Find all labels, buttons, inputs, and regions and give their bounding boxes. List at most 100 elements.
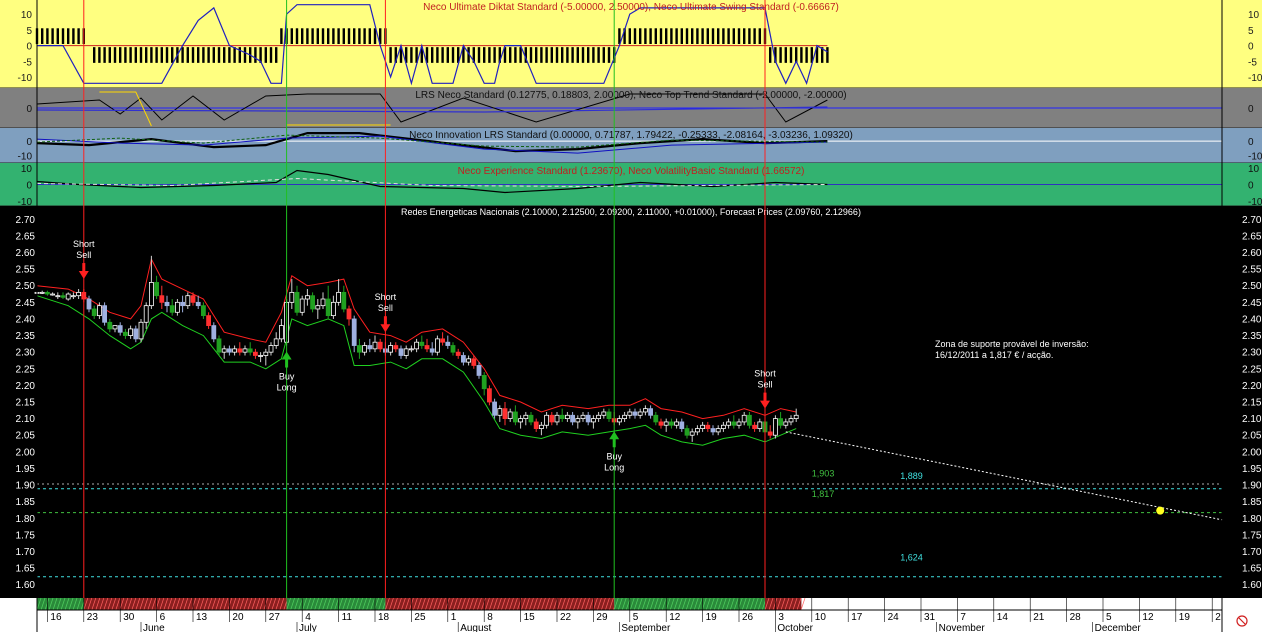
candle-body (773, 418, 778, 436)
price-y-tick-left: 1.90 (16, 481, 36, 492)
price-y-tick-left: 2.50 (16, 281, 36, 292)
candle-body (736, 421, 742, 426)
diktat-bar (46, 28, 49, 44)
time-axis-month-label: November (939, 623, 986, 632)
candle-body (658, 421, 664, 426)
diktat-bar (561, 47, 564, 63)
diktat-bar (264, 47, 267, 63)
candle-body (39, 291, 45, 294)
diktat-bar (347, 28, 351, 44)
diktat-bar (540, 47, 543, 63)
candle-body (596, 414, 601, 420)
ultimate-y-tick-left: -5 (23, 57, 32, 68)
price-y-tick-left: 1.85 (16, 497, 36, 508)
price-y-tick-right: 2.15 (1242, 398, 1262, 409)
candle-body (169, 305, 175, 313)
candle-body (554, 414, 560, 423)
diktat-bar (77, 28, 80, 44)
diktat-bar (550, 47, 553, 63)
diktat-bar (129, 47, 132, 63)
diktat-bar (571, 47, 574, 63)
time-axis-day-label: 29 (596, 612, 608, 623)
candle-body (466, 358, 472, 363)
forecast-target-point (1156, 506, 1165, 515)
candle-body (705, 424, 711, 429)
diktat-bar (223, 47, 226, 63)
price-y-tick-right: 2.70 (1242, 215, 1262, 226)
time-axis-day-label: 10 (815, 612, 827, 623)
candle-body (164, 301, 170, 307)
candle-body (778, 418, 783, 426)
diktat-bar (592, 47, 595, 63)
diktat-bar (654, 28, 657, 44)
price-y-tick-left: 2.55 (16, 265, 36, 276)
diktat-bar (566, 47, 569, 63)
diktat-bar (529, 47, 533, 63)
candle-body (580, 414, 586, 420)
diktat-bar (722, 28, 725, 44)
time-axis-day-label: 3 (778, 612, 784, 623)
price-y-tick-right: 2.60 (1242, 248, 1262, 259)
diktat-bar (337, 28, 340, 44)
candle-body (414, 341, 420, 350)
candle-body (226, 348, 232, 353)
diktat-bar (555, 47, 559, 63)
candle-body (617, 418, 622, 423)
signal-label: Short (754, 369, 776, 379)
diktat-bar (171, 47, 174, 63)
price-y-tick-right: 2.40 (1242, 314, 1262, 325)
diktat-bar (233, 47, 236, 63)
candle-body (591, 418, 596, 423)
candle-body (643, 408, 648, 413)
time-axis-day-label: 30 (123, 612, 135, 623)
candle-body (632, 411, 638, 416)
diktat-bar (451, 47, 455, 63)
level-label: 1,903 (812, 469, 835, 479)
diktat-bar (545, 47, 548, 63)
buy-long-arrow-stem (612, 438, 616, 448)
candle-body (97, 305, 102, 317)
experience-y-tick-right: 0 (1248, 181, 1254, 192)
diktat-bar (72, 28, 75, 44)
diktat-bar (717, 28, 720, 44)
price-y-tick-right: 1.95 (1242, 464, 1262, 475)
time-axis-day-label: 16 (50, 612, 62, 623)
time-axis-day-label: 22 (560, 612, 572, 623)
candle-body (637, 411, 643, 416)
buy-long-arrow-stem (285, 358, 289, 368)
time-axis-day-label: 21 (1033, 612, 1045, 623)
price-y-tick-right: 1.90 (1242, 481, 1262, 492)
diktat-bar (217, 47, 221, 63)
candle-body (237, 348, 243, 353)
candle-body (372, 341, 378, 350)
time-axis-day-label: 7 (960, 612, 966, 623)
candle-body (330, 301, 336, 317)
diktat-bar (633, 28, 637, 44)
candle-body (356, 345, 362, 353)
price-y-tick-left: 2.60 (16, 248, 36, 259)
time-axis-day-label: 12 (669, 612, 681, 623)
diktat-bar-group (618, 28, 767, 44)
candle-body (429, 348, 435, 353)
price-y-tick-left: 2.70 (16, 215, 36, 226)
diktat-bar (535, 47, 538, 63)
diktat-bar (732, 28, 735, 44)
diktat-bar (207, 47, 210, 63)
candle-body (221, 348, 227, 353)
support-annotation-text: 16/12/2011 a 1,817 € / acção. (935, 350, 1053, 360)
diktat-bar (477, 47, 481, 63)
diktat-bar (644, 28, 647, 44)
signal-label: Buy (279, 372, 295, 382)
candle-body (123, 331, 128, 336)
candle-body (460, 355, 466, 363)
diktat-bar (145, 47, 148, 63)
signal-label: Long (604, 462, 624, 472)
ultimate-y-tick-right: 5 (1248, 26, 1254, 37)
diktat-bar (441, 47, 444, 63)
diktat-bar (488, 47, 491, 63)
price-y-tick-left: 1.65 (16, 564, 36, 575)
support-annotation-text: Zona de suporte provável de inversão: (935, 339, 1089, 349)
candle-body (767, 431, 773, 436)
candle-body (336, 291, 342, 303)
diktat-bar (353, 28, 356, 44)
